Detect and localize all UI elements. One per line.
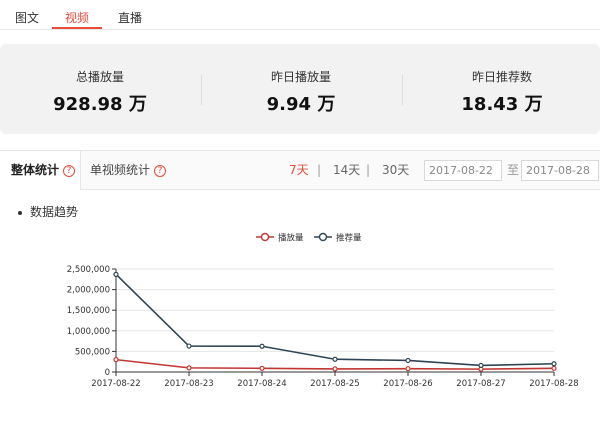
- help-icon[interactable]: ?: [154, 164, 167, 177]
- stat-yesterday-plays: 昨日播放量 9.94 万: [201, 44, 401, 134]
- y-tick-label: 500,000: [75, 347, 110, 357]
- end-date-input[interactable]: 2017-08-28: [521, 160, 599, 181]
- x-tick-label: 2017-08-27: [456, 379, 505, 389]
- x-tick-label: 2017-08-26: [383, 379, 432, 389]
- data-point-recommends: [186, 343, 192, 349]
- tab-overall-stats[interactable]: 整体统计?: [0, 151, 81, 190]
- x-tick-label: 2017-08-22: [91, 379, 140, 389]
- range-separator: |: [317, 163, 322, 177]
- range-7-days[interactable]: 7天: [289, 151, 309, 190]
- y-tick-label: 0: [105, 368, 110, 378]
- data-point-plays: [405, 366, 411, 372]
- stat-value: 18.43 万: [461, 94, 543, 115]
- stat-label: 昨日推荐数: [471, 70, 532, 84]
- range-30-days[interactable]: 30天: [382, 151, 409, 190]
- tab-video[interactable]: 视频: [65, 9, 89, 26]
- range-14-days[interactable]: 14天: [333, 151, 360, 190]
- stat-value: 928.98 万: [53, 94, 147, 115]
- bullet-icon: [18, 210, 22, 215]
- stats-summary: 总播放量 928.98 万 昨日播放量 9.94 万 昨日推荐数 18.43 万: [0, 44, 600, 134]
- data-point-plays: [551, 365, 557, 371]
- range-separator: |: [366, 163, 371, 177]
- date-range-to-label: 至: [507, 163, 520, 177]
- data-point-recommends: [478, 362, 484, 369]
- section-title: 数据趋势: [18, 203, 78, 220]
- active-tab-underline: [52, 27, 102, 29]
- tab-single-video-stats[interactable]: 单视频统计?: [90, 151, 167, 190]
- x-tick-label: 2017-08-25: [310, 379, 359, 389]
- stat-label: 昨日播放量: [270, 70, 331, 84]
- y-tick-label: 1,500,000: [67, 306, 110, 316]
- x-tick-label: 2017-08-24: [237, 379, 286, 389]
- section-title-text: 数据趋势: [30, 205, 79, 219]
- y-tick-label: 2,500,000: [67, 265, 110, 275]
- legend-label: 播放量: [278, 233, 304, 244]
- data-point-recommends: [259, 343, 265, 349]
- stat-value: 9.94 万: [266, 94, 336, 115]
- data-point-recommends: [113, 271, 119, 277]
- stat-yesterday-recommends: 昨日推荐数 18.43 万: [402, 44, 600, 134]
- stat-total-plays: 总播放量 928.98 万: [0, 44, 200, 134]
- data-point-recommends: [332, 356, 338, 362]
- y-tick-label: 2,000,000: [67, 286, 110, 296]
- stat-label: 总播放量: [75, 70, 124, 84]
- statistics-toolbar: 整体统计? 单视频统计? 7天 | 14天 | 30天 2017-08-22 至…: [0, 150, 600, 190]
- tab-live[interactable]: 直播: [118, 9, 142, 26]
- data-point-plays: [186, 365, 192, 371]
- tab-overall-label: 整体统计: [11, 163, 60, 177]
- data-point-plays: [113, 357, 119, 363]
- data-point-plays: [332, 366, 338, 372]
- help-icon[interactable]: ?: [63, 164, 76, 177]
- trend-chart: 0 500,000 1,000,000 1,500,000 2,000,000 2,500…: [67, 232, 579, 390]
- y-tick-label: 1,000,000: [67, 327, 110, 337]
- data-point-plays: [259, 365, 265, 371]
- legend-label: 推荐量: [336, 233, 362, 244]
- x-tick-label: 2017-08-28: [529, 379, 578, 389]
- tab-article[interactable]: 图文: [15, 9, 39, 26]
- content-type-tabs: 图文 视频 直播: [0, 0, 600, 30]
- x-tick-label: 2017-08-23: [164, 379, 213, 389]
- data-point-recommends: [551, 361, 557, 367]
- start-date-input[interactable]: 2017-08-22: [424, 160, 502, 181]
- data-point-recommends: [405, 357, 411, 364]
- tab-single-label: 单视频统计: [90, 163, 151, 177]
- legend-marker: [260, 232, 270, 242]
- legend-marker: [318, 232, 328, 242]
